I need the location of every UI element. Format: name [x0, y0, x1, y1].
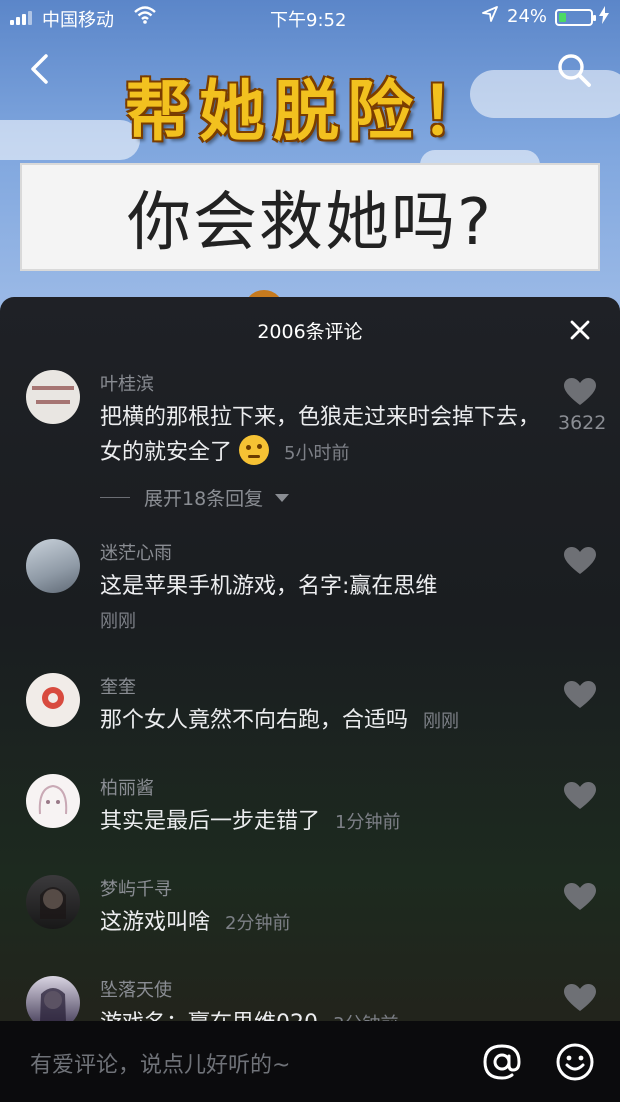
carrier-name: 中国移动 — [42, 10, 114, 31]
comment-username[interactable]: 叶桂滨 — [100, 370, 154, 396]
thinking-emoji-icon — [239, 435, 270, 465]
comment-item[interactable]: 叶桂滨 把横的那根拉下来，色狼走过来时会掉下去，女的就安全了 5小时前 3622 — [0, 370, 620, 520]
comment-time: 刚刚 — [100, 611, 136, 632]
back-icon[interactable] — [24, 52, 58, 86]
like-button[interactable] — [558, 984, 602, 1012]
expand-replies-label: 展开18条回复 — [144, 488, 264, 510]
comment-text: 其实是最后一步走错了 1分钟前 — [100, 804, 540, 840]
user-avatar[interactable] — [26, 370, 80, 424]
signal-icon — [10, 11, 32, 25]
heart-icon — [564, 378, 596, 405]
caret-down-icon — [275, 493, 290, 502]
expand-replies-button[interactable]: 展开18条回复 — [100, 484, 290, 511]
heart-icon — [564, 984, 596, 1011]
like-count: 3622 — [558, 412, 607, 434]
comment-username[interactable]: 奎奎 — [100, 673, 136, 699]
like-button[interactable] — [558, 782, 602, 810]
video-banner: 你会救她吗? — [20, 163, 600, 271]
comment-item[interactable]: 梦屿千寻 这游戏叫啥 2分钟前 — [0, 875, 620, 955]
heart-icon — [564, 547, 596, 574]
video-background[interactable]: 帮她脱险！ 你会救她吗? 中国移动 下午9:52 24% — [0, 0, 620, 320]
comment-body: 这游戏叫啥 — [100, 910, 211, 935]
clock: 下午9:52 — [270, 10, 347, 31]
user-avatar[interactable] — [26, 774, 80, 828]
at-mention-icon[interactable] — [482, 1042, 522, 1082]
comment-item[interactable]: 柏丽酱 其实是最后一步走错了 1分钟前 — [0, 774, 620, 854]
comments-header: 2006条评论 — [0, 297, 620, 363]
battery-icon — [555, 9, 596, 26]
user-avatar[interactable] — [26, 673, 80, 727]
battery-level-fill — [559, 13, 566, 22]
comment-time: 2分钟前 — [225, 913, 291, 934]
wifi-icon — [134, 6, 156, 29]
like-button[interactable] — [558, 547, 602, 575]
comment-time: 5小时前 — [284, 443, 350, 464]
divider-line — [100, 497, 130, 498]
search-icon[interactable] — [556, 52, 592, 88]
comment-username[interactable]: 柏丽酱 — [100, 774, 154, 800]
emoji-smile-icon[interactable] — [555, 1042, 595, 1082]
comment-input[interactable]: 有爱评论，说点儿好听的~ — [30, 1047, 290, 1079]
user-avatar[interactable] — [26, 875, 80, 929]
heart-icon — [564, 782, 596, 809]
heart-icon — [564, 681, 596, 708]
like-button[interactable] — [558, 883, 602, 911]
video-title: 帮她脱险！ — [125, 72, 495, 150]
location-arrow-icon — [482, 6, 498, 26]
comment-text: 那个女人竟然不向右跑，合适吗 刚刚 — [100, 703, 540, 739]
like-button[interactable] — [558, 681, 602, 709]
comment-username[interactable]: 迷茫心雨 — [100, 539, 172, 565]
user-avatar[interactable] — [26, 539, 80, 593]
close-icon[interactable] — [566, 316, 594, 344]
comment-body: 这是苹果手机游戏，名字:赢在思维 — [100, 574, 438, 599]
comment-text: 这游戏叫啥 2分钟前 — [100, 905, 540, 941]
battery-percentage: 24% — [507, 6, 548, 27]
comment-username[interactable]: 坠落天使 — [100, 976, 172, 1002]
comment-text: 把横的那根拉下来，色狼走过来时会掉下去，女的就安全了 5小时前 — [100, 400, 540, 471]
comment-input-bar[interactable]: 有爱评论，说点儿好听的~ — [0, 1021, 620, 1102]
comment-item[interactable]: 奎奎 那个女人竟然不向右跑，合适吗 刚刚 — [0, 673, 620, 753]
comment-time: 刚刚 — [423, 711, 460, 732]
charging-bolt-icon — [599, 6, 609, 28]
comment-text: 这是苹果手机游戏，名字:赢在思维 刚刚 — [100, 569, 540, 639]
comment-time: 1分钟前 — [335, 812, 401, 833]
comments-panel: 2006条评论 叶桂滨 把横的那根拉下来，色狼走过来时会掉下去，女的就安全了 5… — [0, 297, 620, 1102]
comment-username[interactable]: 梦屿千寻 — [100, 875, 172, 901]
like-button[interactable]: 3622 — [558, 378, 607, 434]
comment-body: 其实是最后一步走错了 — [100, 809, 321, 834]
comment-item[interactable]: 迷茫心雨 这是苹果手机游戏，名字:赢在思维 刚刚 — [0, 539, 620, 639]
heart-icon — [564, 883, 596, 910]
video-banner-text: 你会救她吗? — [127, 186, 493, 260]
comment-body: 那个女人竟然不向右跑，合适吗 — [100, 708, 409, 733]
comments-count-title: 2006条评论 — [257, 321, 363, 343]
status-bar: 中国移动 下午9:52 24% — [0, 0, 620, 34]
